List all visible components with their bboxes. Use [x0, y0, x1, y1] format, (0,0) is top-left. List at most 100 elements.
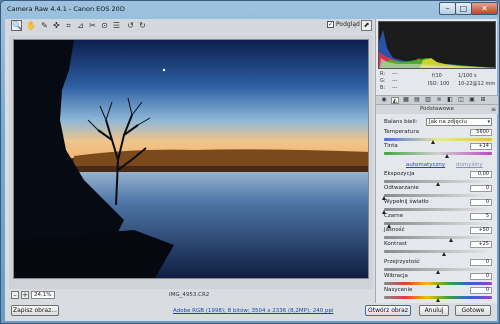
panel-tab-5-icon[interactable]: ▥ [424, 97, 432, 104]
preview-label: Podgląd [336, 21, 360, 28]
temperatura-slider-thumb[interactable] [430, 140, 435, 144]
open-image-button[interactable]: Otwórz obraz [365, 305, 411, 316]
temperatura-label: Temperatura [384, 129, 419, 135]
panel-tab-3-icon[interactable]: ▦ [402, 97, 410, 104]
save-image-button[interactable]: Zapisz obraz... [11, 305, 59, 316]
temperatura-slider[interactable] [384, 138, 492, 141]
wibracja-slider-thumb[interactable] [436, 284, 440, 288]
nasycenie-slider-thumb[interactable] [436, 298, 440, 302]
zoom-bar: – + 24,1% IMG_4953.CR2 [9, 291, 373, 301]
panel-tabs: ◉ ◭ ▦ ▤ ▥ ≋ ◧ ◫ ▣ ⊞ [376, 95, 498, 105]
wypelnij-swiatlo-value-field[interactable]: 0 [470, 199, 492, 206]
client-area: 🔍 ✋ ✎ ✜ ⌗ ⊿ ✂ ⊙ ☰ ↺ ↻ ✓ Podgląd ⬈ – + 24… [5, 19, 498, 321]
odtwarzanie-label: Odtwarzanie [384, 185, 419, 191]
crop-tool-icon[interactable]: ⌗ [63, 20, 74, 31]
white-balance-value: Jak na zdjęciu [429, 119, 467, 125]
camera-raw-window: Camera Raw 4.4.1 - Canon EOS 20D – □ ✕ 🔍… [0, 0, 500, 324]
czarne-value-field[interactable]: 5 [470, 213, 492, 220]
title-bar: Camera Raw 4.4.1 - Canon EOS 20D – □ ✕ [1, 1, 499, 19]
jasnosc-slider[interactable] [384, 236, 492, 239]
wypelnij-swiatlo-label: Wypełnij światło [384, 199, 429, 205]
wypelnij-swiatlo-slider[interactable] [384, 208, 492, 211]
kontrast-slider[interactable] [384, 250, 492, 253]
shutter-speed: 1/100 s [458, 73, 477, 79]
panel-tab-1-icon[interactable]: ◉ [380, 97, 388, 104]
tinta-slider-thumb[interactable] [444, 154, 449, 158]
default-link[interactable]: domyślny [456, 162, 483, 168]
fullscreen-icon[interactable]: ⬈ [361, 20, 372, 31]
czarne-slider[interactable] [384, 222, 492, 225]
window-title: Camera Raw 4.4.1 - Canon EOS 20D [7, 5, 125, 13]
jasnosc-label: Jasność [384, 227, 405, 233]
kontrast-value-field[interactable]: +25 [470, 241, 492, 248]
green-label: G: [380, 78, 386, 84]
zoom-tool-icon[interactable]: 🔍 [11, 20, 22, 31]
panel-menu-icon[interactable]: ≡ [491, 105, 496, 114]
rotate-right-tool-icon[interactable]: ↻ [137, 20, 148, 31]
kontrast-label: Kontrast [384, 241, 407, 247]
preferences-tool-icon[interactable]: ☰ [111, 20, 122, 31]
tinta-slider[interactable] [384, 152, 492, 155]
aperture: f/10 [432, 73, 442, 79]
red-eye-tool-icon[interactable]: ⊙ [99, 20, 110, 31]
wibracja-value-field[interactable]: 0 [470, 273, 492, 280]
exif-info: R: --- G: --- B: --- f/10 1/100 s ISO: 1… [378, 71, 496, 93]
ekspozycja-value-field[interactable]: 0,00 [470, 171, 492, 178]
iso: ISO: 100 [428, 81, 450, 87]
zoom-in-button[interactable]: + [21, 291, 29, 299]
white-balance-select[interactable]: Jak na zdjęciu ▾ [426, 118, 492, 126]
przejrzystosc-slider-thumb[interactable] [436, 270, 440, 274]
kontrast-slider-thumb[interactable] [442, 252, 447, 256]
tinta-value-field[interactable]: +14 [470, 143, 492, 150]
czarne-label: Czarne [384, 213, 404, 219]
chevron-down-icon: ▾ [487, 119, 490, 125]
done-button[interactable]: Gotowe [455, 305, 491, 316]
image-area [9, 35, 373, 289]
ekspozycja-slider-thumb[interactable] [436, 182, 440, 186]
zoom-out-button[interactable]: – [11, 291, 19, 299]
panel-tab-6-icon[interactable]: ≋ [435, 97, 443, 104]
panel-tab-4-icon[interactable]: ▤ [413, 97, 421, 104]
jasnosc-value-field[interactable]: +50 [470, 227, 492, 234]
green-value: --- [392, 78, 398, 84]
temperatura-value-field[interactable]: 5600 [470, 129, 492, 136]
color-sampler-tool-icon[interactable]: ✜ [51, 20, 62, 31]
blue-value: --- [392, 85, 398, 91]
cancel-button[interactable]: Anuluj [419, 305, 449, 316]
panel-tab-8-icon[interactable]: ◫ [457, 97, 465, 104]
odtwarzanie-slider[interactable] [384, 194, 492, 197]
histogram-graph [379, 30, 495, 68]
panel-tab-10-icon[interactable]: ⊞ [479, 97, 487, 104]
bottom-bar: Zapisz obraz... Adobe RGB (1998); 8 bitó… [5, 303, 497, 321]
white-balance-label: Balans bieli: [384, 119, 418, 125]
zoom-level-select[interactable]: 24,1% [31, 291, 55, 299]
basic-panel-title: Podstawowe [419, 106, 455, 112]
adjustments-panel: R: --- G: --- B: --- f/10 1/100 s ISO: 1… [375, 19, 498, 303]
preview-check-icon[interactable]: ✓ [327, 21, 334, 28]
przejrzystosc-value-field[interactable]: 0 [470, 259, 492, 266]
minimize-button[interactable]: – [439, 2, 456, 15]
panel-tab-9-icon[interactable]: ▣ [468, 97, 476, 104]
white-balance-tool-icon[interactable]: ✎ [39, 20, 50, 31]
rotate-left-tool-icon[interactable]: ↺ [125, 20, 136, 31]
workflow-options-link[interactable]: Adobe RGB (1998); 8 bitów; 3504 x 2336 (… [173, 308, 333, 314]
tinta-label: Tinta [384, 143, 398, 149]
lake-sunset-photo [14, 40, 368, 278]
auto-link[interactable]: automatyczny [406, 162, 445, 168]
jasnosc-slider-thumb[interactable] [448, 238, 453, 242]
straighten-tool-icon[interactable]: ⊿ [75, 20, 86, 31]
preview-checkbox[interactable]: ✓ Podgląd [327, 21, 360, 28]
panel-tab-7-icon[interactable]: ◧ [446, 97, 454, 104]
blue-label: B: [380, 85, 386, 91]
lens: 10-22@12 mm [458, 81, 496, 87]
red-value: --- [392, 71, 398, 77]
panel-tab-2-icon[interactable]: ◭ [391, 97, 399, 104]
file-name: IMG_4953.CR2 [169, 292, 210, 298]
hand-tool-icon[interactable]: ✋ [25, 20, 36, 31]
maximize-button[interactable]: □ [455, 2, 472, 15]
photo-preview[interactable] [13, 39, 369, 279]
odtwarzanie-value-field[interactable]: 0 [470, 185, 492, 192]
spot-removal-tool-icon[interactable]: ✂ [87, 20, 98, 31]
close-button[interactable]: ✕ [471, 2, 498, 15]
nasycenie-value-field[interactable]: 0 [470, 287, 492, 294]
